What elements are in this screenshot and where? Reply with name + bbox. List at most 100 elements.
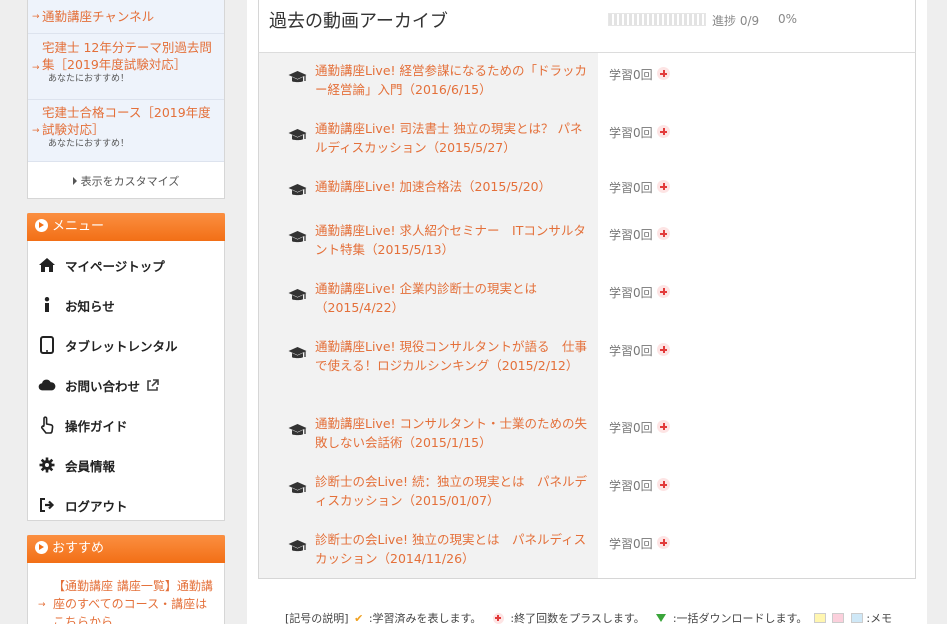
course-title[interactable]: 宅建士合格コース［2019年度試験対応］ [42,104,218,138]
check-icon: ✔ [354,611,364,624]
progress-count: 進捗 0/9 [712,14,760,28]
legend-download: :一括ダウンロードします。 [672,612,808,624]
course-title[interactable]: 宅建士 12年分テーマ別過去問集［2019年度試験対応］ [42,39,218,73]
video-title-link[interactable]: 通勤講座Live! 現役コンサルタントが語る 仕事で使える！ロジカルシンキング（… [315,338,591,375]
cloud-icon [38,376,56,394]
legend-memo: :メモ [866,612,893,624]
pointer-hand-icon [38,416,56,434]
recommend-link[interactable]: → 【通勤講座 講座一覧】通勤講座のすべてのコース・講座はこちらから [28,563,224,624]
menu-item-label[interactable]: ログアウト [65,496,128,515]
video-title-link[interactable]: 通勤講座Live! 経営参謀になるための「ドラッカー経営論」入門（2016/6/… [315,62,591,99]
legend-done: :学習済みを表します。 [368,612,482,624]
recommend-header: おすすめ [27,535,225,563]
study-count: 学習0回 [609,181,653,195]
video-row: 通勤講座Live! コンサルタント・士業のための失敗しない会話術（2015/1/… [259,406,915,464]
video-row: 通勤講座Live! 企業内診断士の現実とは（2015/4/22） 学習0回 [259,271,915,329]
recommend-title: おすすめ [52,541,105,556]
menu-item-member-info[interactable]: 会員情報 [28,445,224,485]
plus-count-button[interactable] [657,125,670,138]
graduation-cap-icon [288,287,307,301]
plus-count-button[interactable] [657,536,670,549]
download-icon [656,614,667,622]
course-recommend-note: あなたにおすすめ！ [48,139,130,149]
study-count: 学習0回 [609,126,653,140]
triangle-right-icon [72,177,77,185]
menu-item-news[interactable]: お知らせ [28,285,224,325]
archive-header: 過去の動画アーカイブ 進捗 0/9 0% [258,0,916,53]
video-title-link[interactable]: 通勤講座Live! コンサルタント・士業のための失敗しない会話術（2015/1/… [315,415,591,452]
legend-prefix: [記号の説明] [285,612,349,624]
menu-box: メニュー マイページトップ お知らせ タブレットレンタル お問い合わせ 操作ガイ… [27,213,225,521]
video-title-link[interactable]: 通勤講座Live! 加速合格法（2015/5/20） [315,178,591,197]
logout-icon [38,496,56,514]
arrow-right-icon: → [32,63,40,73]
plus-count-button[interactable] [657,420,670,433]
plus-count-button[interactable] [657,285,670,298]
graduation-cap-icon [288,229,307,243]
recommend-box: おすすめ → 【通勤講座 講座一覧】通勤講座のすべてのコース・講座はこちらから [27,535,225,624]
gear-icon [38,456,56,474]
course-item[interactable]: → 宅建士 12年分テーマ別過去問集［2019年度試験対応］ あなたにおすすめ！ [28,34,224,100]
menu-item-label[interactable]: タブレットレンタル [65,336,178,355]
video-list: 通勤講座Live! 経営参謀になるための「ドラッカー経営論」入門（2016/6/… [258,53,916,579]
arrow-right-icon: → [32,126,40,136]
tablet-icon [38,336,56,354]
menu-item-guide[interactable]: 操作ガイド [28,405,224,445]
customize-display-link[interactable]: 表示をカスタマイズ [28,162,224,189]
symbol-legend: [記号の説明] ✔ :学習済みを表します。 :終了回数をプラスします。 :一括ダ… [285,610,892,624]
plus-count-button[interactable] [657,343,670,356]
video-title-link[interactable]: 通勤講座Live! 求人紹介セミナー ITコンサルタント特集（2015/5/13… [315,222,591,259]
memo-yellow-icon [813,613,826,623]
home-icon [38,256,56,274]
video-title-link[interactable]: 通勤講座Live! 司法書士 独立の現実とは？ パネルディスカッション（2015… [315,120,591,157]
progress-bar [608,13,706,26]
course-item[interactable]: → 通勤講座チャンネル [28,0,224,34]
menu-item-label[interactable]: マイページトップ [65,256,165,275]
window-edge [927,0,947,624]
graduation-cap-icon [288,182,307,196]
plus-count-button[interactable] [657,180,670,193]
page: → 通勤講座チャンネル → 宅建士 12年分テーマ別過去問集［2019年度試験対… [0,0,947,624]
plus-count-button[interactable] [657,67,670,80]
arrow-right-icon: → [38,600,46,610]
study-count: 学習0回 [609,479,653,493]
menu-item-logout[interactable]: ログアウト [28,485,224,525]
menu-item-mypage-top[interactable]: マイページトップ [28,245,224,285]
menu-item-tablet-rental[interactable]: タブレットレンタル [28,325,224,365]
video-title-link[interactable]: 診断士の会Live! 独立の現実とは パネルディスカッション（2014/11/2… [315,531,591,568]
graduation-cap-icon [288,538,307,552]
memo-blue-icon [850,613,863,623]
arrow-right-icon: → [32,12,40,22]
plus-count-button[interactable] [657,227,670,240]
study-count: 学習0回 [609,421,653,435]
memo-pink-icon [832,613,845,623]
video-title-link[interactable]: 通勤講座Live! 企業内診断士の現実とは（2015/4/22） [315,280,591,317]
study-count: 学習0回 [609,286,653,300]
course-recommend-note: あなたにおすすめ！ [48,74,130,84]
menu-item-label[interactable]: お問い合わせ [65,376,140,395]
circle-arrow-icon [35,219,48,232]
video-row: 通勤講座Live! 求人紹介セミナー ITコンサルタント特集（2015/5/13… [259,213,915,271]
info-icon [38,296,56,314]
menu-item-label[interactable]: 会員情報 [65,456,115,475]
study-count: 学習0回 [609,228,653,242]
menu-item-label[interactable]: お知らせ [65,296,115,315]
video-row: 通勤講座Live! 経営参謀になるための「ドラッカー経営論」入門（2016/6/… [259,53,915,111]
progress-percent: 0% [778,12,798,26]
video-row: 通勤講座Live! 加速合格法（2015/5/20） 学習0回 [259,169,915,213]
study-count: 学習0回 [609,537,653,551]
customize-label[interactable]: 表示をカスタマイズ [81,175,180,188]
recommend-link-text[interactable]: 【通勤講座 講座一覧】通勤講座のすべてのコース・講座はこちらから [53,579,213,624]
menu-item-label[interactable]: 操作ガイド [65,416,128,435]
video-title-link[interactable]: 診断士の会Live! 続：独立の現実とは パネルディスカッション（2015/01… [315,473,591,510]
course-title[interactable]: 通勤講座チャンネル [42,8,218,25]
graduation-cap-icon [288,345,307,359]
menu-item-contact[interactable]: お問い合わせ [28,365,224,405]
circle-arrow-icon [35,541,48,554]
study-count: 学習0回 [609,344,653,358]
course-item[interactable]: → 宅建士合格コース［2019年度試験対応］ あなたにおすすめ！ [28,100,224,162]
study-count: 学習0回 [609,68,653,82]
graduation-cap-icon [288,422,307,436]
course-list: → 通勤講座チャンネル → 宅建士 12年分テーマ別過去問集［2019年度試験対… [27,0,225,199]
plus-count-button[interactable] [657,478,670,491]
